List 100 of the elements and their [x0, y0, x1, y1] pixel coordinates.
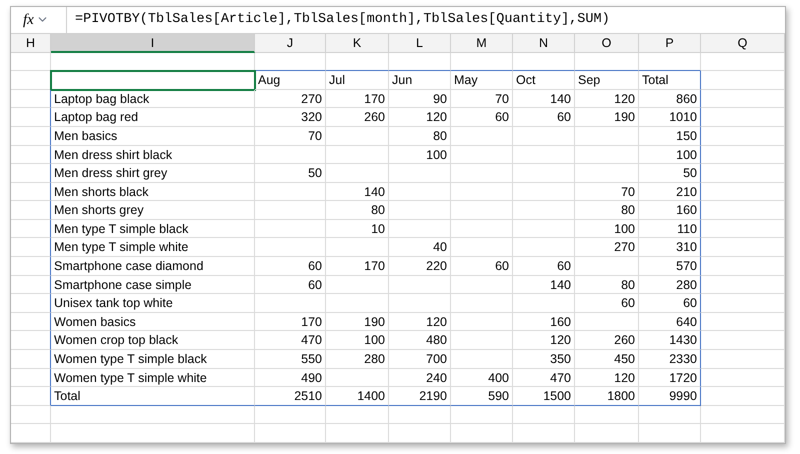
empty-cell: [513, 182, 575, 202]
empty-cell: [11, 220, 51, 238]
empty-cell: [255, 424, 326, 443]
empty-cell: [513, 220, 575, 238]
table-cell: 50: [255, 164, 326, 183]
table-cell: 590: [451, 387, 513, 406]
table-cell: 80: [575, 276, 639, 294]
table-cell: 260: [575, 331, 639, 350]
table-cell: 60: [451, 257, 513, 276]
empty-cell: [451, 164, 513, 183]
empty-cell: [513, 52, 575, 72]
empty-cell: [389, 52, 451, 72]
table-cell: 470: [255, 331, 326, 350]
empty-cell: [326, 368, 389, 388]
empty-cell: [389, 164, 451, 183]
column-header[interactable]: N: [513, 34, 575, 53]
table-cell: 60: [575, 294, 639, 313]
empty-cell: [326, 126, 389, 146]
table-cell: 640: [639, 312, 701, 332]
empty-cell: [11, 387, 51, 406]
table-cell: 140: [513, 276, 575, 294]
table-cell: 280: [639, 276, 701, 294]
table-cell: Total: [51, 387, 255, 406]
column-header[interactable]: L: [389, 34, 451, 53]
empty-cell: [575, 52, 639, 72]
empty-cell: [389, 424, 451, 443]
empty-cell: [451, 331, 513, 350]
table-cell: 270: [575, 238, 639, 258]
empty-cell: [575, 406, 639, 424]
table-cell: 1720: [639, 368, 701, 388]
empty-cell: [451, 126, 513, 146]
table-cell: Smartphone case simple: [51, 276, 255, 294]
table-cell: 270: [255, 90, 326, 108]
table-cell: 120: [389, 312, 451, 332]
column-header[interactable]: I: [51, 34, 255, 53]
empty-cell: [389, 294, 451, 313]
column-header[interactable]: H: [11, 34, 51, 53]
table-cell: Men shorts grey: [51, 201, 255, 220]
empty-cell: [326, 406, 389, 424]
table-cell: Sep: [575, 71, 639, 90]
empty-cell: [451, 424, 513, 443]
table-cell: 100: [389, 146, 451, 164]
table-cell: 860: [639, 90, 701, 108]
empty-cell: [575, 257, 639, 276]
table-cell: Men shorts black: [51, 182, 255, 202]
table-cell: 80: [326, 201, 389, 220]
table-cell: 1800: [575, 387, 639, 406]
column-header[interactable]: O: [575, 34, 639, 53]
table-cell: 490: [255, 368, 326, 388]
empty-cell: [326, 164, 389, 183]
empty-cell: [255, 406, 326, 424]
empty-cell: [451, 406, 513, 424]
empty-cell: [255, 238, 326, 258]
table-cell: Women basics: [51, 312, 255, 332]
table-cell: 280: [326, 350, 389, 369]
table-cell: Jun: [389, 71, 451, 90]
table-cell: 70: [451, 90, 513, 108]
empty-cell: [11, 294, 51, 313]
table-cell: 480: [389, 331, 451, 350]
table-cell: 120: [389, 108, 451, 127]
column-header[interactable]: P: [639, 34, 701, 53]
formula-field[interactable]: =PIVOTBY(TblSales[Article],TblSales[month],TblSales[Quantity],SUM): [67, 10, 785, 30]
empty-cell: [451, 182, 513, 202]
empty-cell: [326, 238, 389, 258]
table-cell: 120: [575, 368, 639, 388]
column-header[interactable]: Q: [701, 34, 785, 53]
table-cell: 210: [639, 182, 701, 202]
empty-cell: [575, 126, 639, 146]
empty-cell: [326, 294, 389, 313]
empty-cell: [389, 220, 451, 238]
table-cell: 470: [513, 368, 575, 388]
table-cell: 700: [389, 350, 451, 369]
empty-cell: [326, 276, 389, 294]
table-cell: 100: [575, 220, 639, 238]
function-label[interactable]: fx: [23, 8, 34, 32]
table-cell: 60: [639, 294, 701, 313]
table-cell: 310: [639, 238, 701, 258]
table-cell: Jul: [326, 71, 389, 90]
table-cell: 170: [255, 312, 326, 332]
table-cell: 450: [575, 350, 639, 369]
empty-cell: [11, 368, 51, 388]
empty-cell: [11, 238, 51, 258]
table-cell: 2510: [255, 387, 326, 406]
empty-cell: [575, 312, 639, 332]
table-cell: 40: [389, 238, 451, 258]
empty-cell: [575, 146, 639, 164]
table-cell: 160: [513, 312, 575, 332]
table-cell: 100: [639, 146, 701, 164]
empty-cell: [451, 238, 513, 258]
table-cell: 80: [575, 201, 639, 220]
empty-cell: [451, 201, 513, 220]
table-cell: 240: [389, 368, 451, 388]
empty-cell: [389, 406, 451, 424]
table-cell: Women type T simple white: [51, 368, 255, 388]
table-cell: Oct: [513, 71, 575, 90]
column-header[interactable]: M: [451, 34, 513, 53]
column-header[interactable]: J: [255, 34, 326, 53]
column-header[interactable]: K: [326, 34, 389, 53]
table-cell: 1010: [639, 108, 701, 127]
table-cell: 60: [451, 108, 513, 127]
